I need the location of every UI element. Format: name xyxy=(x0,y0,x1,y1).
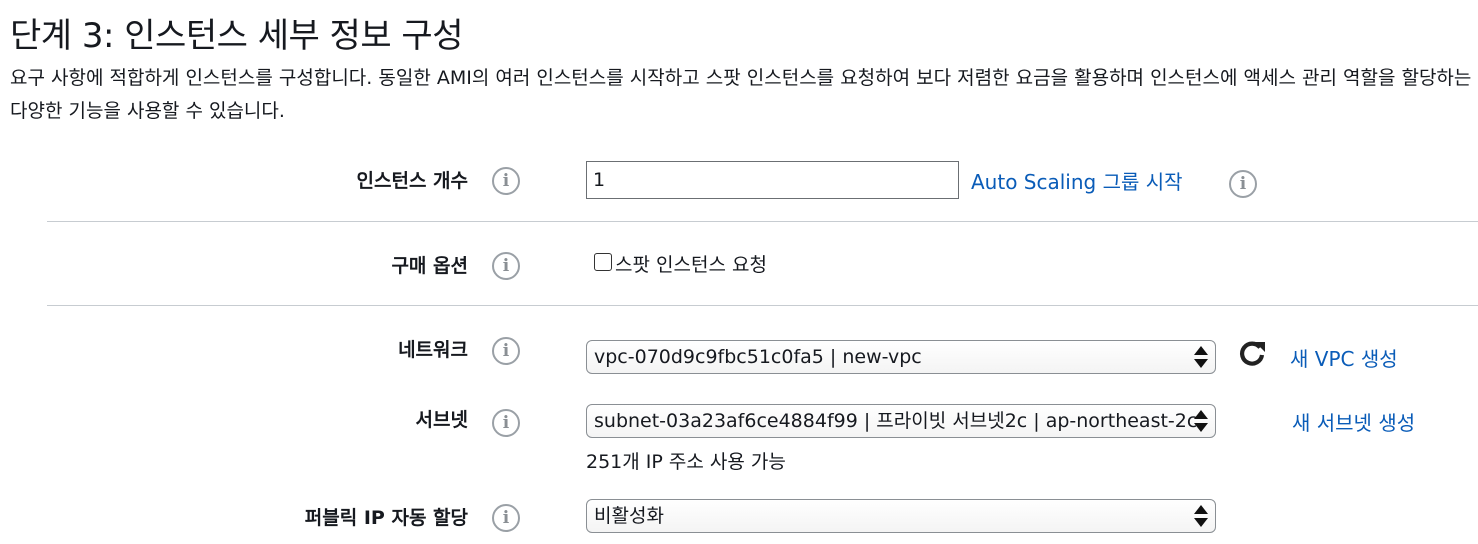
instance-count-input[interactable] xyxy=(586,161,959,199)
auto-assign-public-ip-label: 퍼블릭 IP 자동 할당 xyxy=(304,507,468,529)
network-label: 네트워크 xyxy=(398,339,468,361)
spot-request-checkbox[interactable] xyxy=(594,253,612,271)
purchase-option-label: 구매 옵션 xyxy=(391,255,468,277)
select-arrows-icon xyxy=(1194,410,1208,432)
row-divider xyxy=(47,305,1478,306)
subnet-select[interactable]: subnet-03a23af6ce4884f99 | 프라이빗 서브넷2c | … xyxy=(586,404,1216,438)
info-icon[interactable]: i xyxy=(492,252,520,280)
network-select[interactable]: vpc-070d9c9fbc51c0fa5 | new-vpc xyxy=(586,340,1216,374)
network-select-value: vpc-070d9c9fbc51c0fa5 | new-vpc xyxy=(594,346,922,368)
info-icon[interactable]: i xyxy=(492,337,520,365)
info-icon[interactable]: i xyxy=(492,504,520,532)
auto-assign-public-ip-select[interactable]: 비활성화 xyxy=(586,499,1216,533)
create-vpc-link[interactable]: 새 VPC 생성 xyxy=(1290,343,1398,372)
select-arrows-icon xyxy=(1194,346,1208,368)
page-description: 요구 사항에 적합하게 인스턴스를 구성합니다. 동일한 AMI의 여러 인스턴… xyxy=(10,67,1478,122)
info-icon[interactable]: i xyxy=(492,409,520,437)
launch-asg-link[interactable]: Auto Scaling 그룹 시작 xyxy=(971,166,1183,195)
info-icon[interactable]: i xyxy=(1229,170,1257,198)
spot-request-label: 스팟 인스턴스 요청 xyxy=(615,254,767,276)
create-subnet-link[interactable]: 새 서브넷 생성 xyxy=(1292,407,1415,436)
row-divider xyxy=(47,221,1478,222)
instance-count-label: 인스턴스 개수 xyxy=(356,170,469,192)
info-icon[interactable]: i xyxy=(492,167,520,195)
subnet-label: 서브넷 xyxy=(415,409,468,431)
subnet-select-value: subnet-03a23af6ce4884f99 | 프라이빗 서브넷2c | … xyxy=(594,410,1198,432)
configure-instance-page: 단계 3: 인스턴스 세부 정보 구성 요구 사항에 적합하게 인스턴스를 구성… xyxy=(0,0,1478,544)
page-title: 단계 3: 인스턴스 세부 정보 구성 xyxy=(10,16,463,56)
select-arrows-icon xyxy=(1194,505,1208,527)
available-ip-text: 251개 IP 주소 사용 가능 xyxy=(586,451,786,473)
auto-assign-public-ip-value: 비활성화 xyxy=(594,505,664,527)
refresh-icon[interactable] xyxy=(1236,338,1268,370)
